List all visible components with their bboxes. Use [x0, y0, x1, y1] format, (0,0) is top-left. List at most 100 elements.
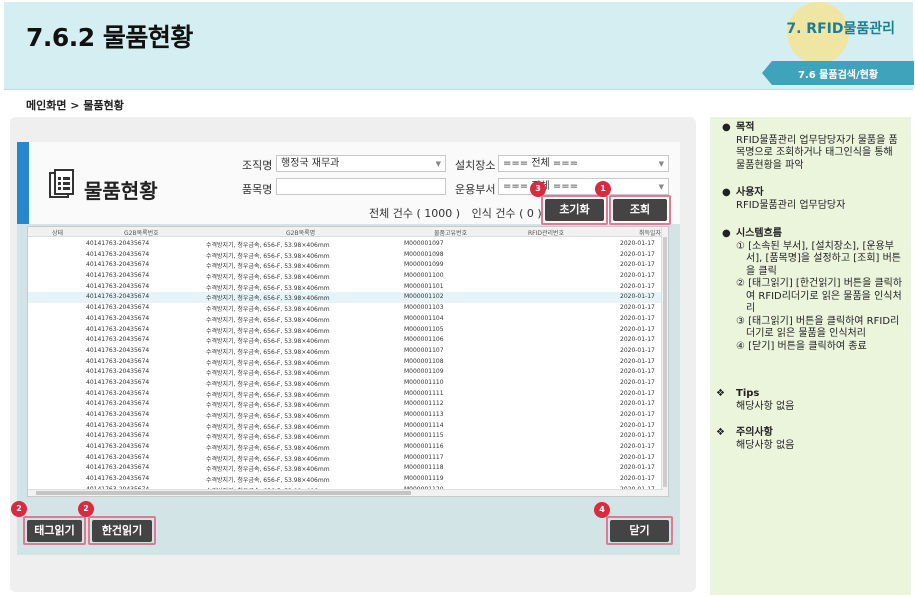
table-row[interactable]: 40141763-20435674 수격방지기, 청우금속, 656-F, 53.… — [28, 239, 668, 250]
search-button[interactable]: 조회 — [613, 199, 667, 221]
reset-badge: 3 — [530, 181, 546, 197]
table-cell: 40141763-20435674 — [86, 314, 150, 322]
place-select[interactable]: === 전체 === ▼ — [498, 155, 669, 172]
table-row[interactable]: 40141763-20435674 수격방지기, 청우금속, 656-F, 53.… — [28, 292, 668, 304]
chevron-down-icon: ▼ — [435, 160, 441, 168]
table-row[interactable]: 40141763-20435674 수격방지기, 청우금속, 656-F, 53.… — [28, 378, 668, 389]
topbar-accent — [17, 142, 29, 224]
tips-section: ❖ Tips 해당사항 없음 — [716, 388, 905, 413]
place-select-value: === 전체 === — [503, 158, 579, 169]
table-row[interactable]: 40141763-20435674 수격방지기, 청우금속, 656-F, 53.… — [28, 367, 668, 378]
table-cell: 수격방지기, 청우금속, 656-F, 53.98×406mm — [206, 348, 330, 356]
user-section: ● 사용자 RFID물품관리 업무담당자 — [722, 187, 905, 212]
tag-read-button[interactable]: 태그읽기 — [27, 520, 82, 542]
section-ribbon-label: 7.6 물품검색/현황 — [797, 70, 879, 81]
table-cell: 2020-01-17 — [620, 443, 655, 451]
table-row[interactable]: 40141763-20435674 수격방지기, 청우금속, 656-F, 53.… — [28, 421, 668, 432]
table-cell: 2020-01-17 — [620, 314, 655, 322]
vertical-scroll-thumb[interactable] — [663, 237, 667, 487]
table-row[interactable]: 40141763-20435674 수격방지기, 청우금속, 656-F, 53.… — [28, 346, 668, 357]
horizontal-scroll-thumb[interactable] — [36, 491, 411, 495]
table-cell: 수격방지기, 청우금속, 656-F, 53.98×406mm — [206, 252, 330, 260]
breadcrumb: 메인화면 > 물품현황 — [26, 99, 124, 112]
table-cell: M000001102 — [404, 293, 444, 301]
table-cell: 40141763-20435674 — [86, 357, 150, 365]
table-header: 상태 G2B목록번호 G2B목록명 물품고유번호 RFID관리번호 취득일자 — [28, 227, 668, 237]
table-cell: 수격방지기, 청우금속, 656-F, 53.98×406mm — [206, 242, 330, 249]
table-cell: M000001103 — [404, 304, 444, 312]
table-cell: 40141763-20435674 — [86, 282, 150, 290]
table-cell: 2020-01-17 — [620, 464, 655, 472]
table-row[interactable]: 40141763-20435674 수격방지기, 청우금속, 656-F, 53.… — [28, 442, 668, 453]
dept-select[interactable]: === 전체 === ▼ — [498, 178, 669, 195]
table-cell: 40141763-20435674 — [86, 336, 150, 344]
table-row[interactable]: 40141763-20435674 수격방지기, 청우금속, 656-F, 53.… — [28, 335, 668, 346]
caution-heading: 주의사항 — [736, 427, 773, 438]
table-cell: M000001118 — [404, 464, 444, 472]
close-button[interactable]: 닫기 — [610, 520, 669, 542]
table-cell: 수격방지기, 청우금속, 656-F, 53.98×406mm — [206, 391, 330, 399]
col-item-id: 물품고유번호 — [434, 230, 468, 237]
table-cell: 2020-01-17 — [620, 357, 655, 365]
table-cell: 40141763-20435674 — [86, 432, 150, 440]
col-rfid-id: RFID관리번호 — [528, 230, 565, 237]
table-row[interactable]: 40141763-20435674 수격방지기, 청우금속, 656-F, 53.… — [28, 271, 668, 282]
table-row[interactable]: 40141763-20435674 수격방지기, 청우금속, 656-F, 53.… — [28, 314, 668, 325]
table-cell: 수격방지기, 청우금속, 656-F, 53.98×406mm — [206, 423, 330, 431]
table-row[interactable]: 40141763-20435674 수격방지기, 청우금속, 656-F, 53.… — [28, 303, 668, 314]
scan-count-value: 0 — [526, 207, 534, 220]
table-cell: 2020-01-17 — [620, 346, 655, 354]
org-select[interactable]: 행정국 재무과 ▼ — [276, 155, 446, 172]
table-row[interactable]: 40141763-20435674 수격방지기, 청우금속, 656-F, 53.… — [28, 357, 668, 368]
table-cell: 수격방지기, 청우금속, 656-F, 53.98×406mm — [206, 274, 330, 282]
table-cell: 수격방지기, 청우금속, 656-F, 53.98×406mm — [206, 327, 330, 335]
chapter-label: 7. RFID물품관리 — [786, 21, 895, 37]
item-input[interactable] — [276, 178, 446, 195]
table-cell: 40141763-20435674 — [86, 389, 150, 397]
table-row[interactable]: 40141763-20435674 수격방지기, 청우금속, 656-F, 53.… — [28, 410, 668, 421]
chevron-down-icon: ▼ — [658, 183, 664, 191]
table-cell: 40141763-20435674 — [86, 411, 150, 418]
table-cell: M000001108 — [404, 357, 444, 365]
table-cell: 2020-01-17 — [620, 293, 655, 301]
user-heading: 사용자 — [736, 187, 764, 198]
col-g2b-name: G2B목록명 — [286, 230, 316, 237]
page-header: 7.6.2 물품현황 7. RFID물품관리 7.6 물품검색/현황 — [4, 2, 914, 90]
org-select-value: 행정국 재무과 — [281, 158, 340, 169]
table-row[interactable]: 40141763-20435674 수격방지기, 청우금속, 656-F, 53.… — [28, 453, 668, 464]
table-cell: 40141763-20435674 — [86, 421, 150, 429]
count-summary: 전체 건수 ( 1000 ) 인식 건수 ( 0 ) — [369, 205, 542, 221]
flow-step: ③ [태그읽기] 버튼을 클릭하여 RFID리더기로 읽은 물품을 인식처리 — [736, 315, 900, 340]
table-row[interactable]: 40141763-20435674 수격방지기, 청우금속, 656-F, 53.… — [28, 260, 668, 271]
description-panel: ● 목적 RFID물품관리 업무담당자가 물품을 품목명으로 조회하거나 태그인… — [710, 117, 911, 595]
table-row[interactable]: 40141763-20435674 수격방지기, 청우금속, 656-F, 53.… — [28, 474, 668, 485]
table-cell: 2020-01-17 — [620, 240, 655, 247]
purpose-text: RFID물품관리 업무담당자가 물품을 품목명으로 조회하거나 태그인식을 통해… — [736, 134, 898, 171]
table-cell: 수격방지기, 청우금속, 656-F, 53.98×406mm — [206, 338, 330, 346]
diamond-bullet-icon: ❖ — [716, 427, 725, 438]
table-cell: M000001115 — [404, 432, 444, 440]
table-row[interactable]: 40141763-20435674 수격방지기, 청우금속, 656-F, 53.… — [28, 431, 668, 442]
reset-button[interactable]: 초기화 — [545, 199, 604, 221]
table-row[interactable]: 40141763-20435674 수격방지기, 청우금속, 656-F, 53.… — [28, 250, 668, 261]
table-row[interactable]: 40141763-20435674 수격방지기, 청우금속, 656-F, 53.… — [28, 389, 668, 400]
table-row[interactable]: 40141763-20435674 수격방지기, 청우금속, 656-F, 53.… — [28, 325, 668, 336]
table-row[interactable]: 40141763-20435674 수격방지기, 청우금속, 656-F, 53.… — [28, 282, 668, 293]
table-cell: 40141763-20435674 — [86, 304, 150, 312]
table-cell: 2020-01-17 — [620, 421, 655, 429]
table-row[interactable]: 40141763-20435674 수격방지기, 청우금속, 656-F, 53.… — [28, 399, 668, 410]
table-cell: 2020-01-17 — [620, 272, 655, 280]
vertical-scrollbar[interactable] — [661, 227, 668, 496]
table-cell: 2020-01-17 — [620, 378, 655, 386]
table-cell: 수격방지기, 청우금속, 656-F, 53.98×406mm — [206, 316, 330, 324]
table-cell: M000001117 — [404, 453, 444, 461]
items-table: 상태 G2B목록번호 G2B목록명 물품고유번호 RFID관리번호 취득일자 4… — [27, 226, 669, 497]
table-cell: 40141763-20435674 — [86, 293, 150, 301]
document-list-icon — [49, 169, 74, 198]
single-read-button[interactable]: 한건읽기 — [92, 520, 152, 542]
table-cell: M000001114 — [404, 421, 444, 429]
table-row[interactable]: 40141763-20435674 수격방지기, 청우금속, 656-F, 53.… — [28, 463, 668, 474]
table-cell: 수격방지기, 청우금속, 656-F, 53.98×406mm — [206, 370, 330, 378]
table-body: 40141763-20435674 수격방지기, 청우금속, 656-F, 53.… — [28, 239, 668, 496]
horizontal-scrollbar[interactable] — [28, 489, 663, 496]
